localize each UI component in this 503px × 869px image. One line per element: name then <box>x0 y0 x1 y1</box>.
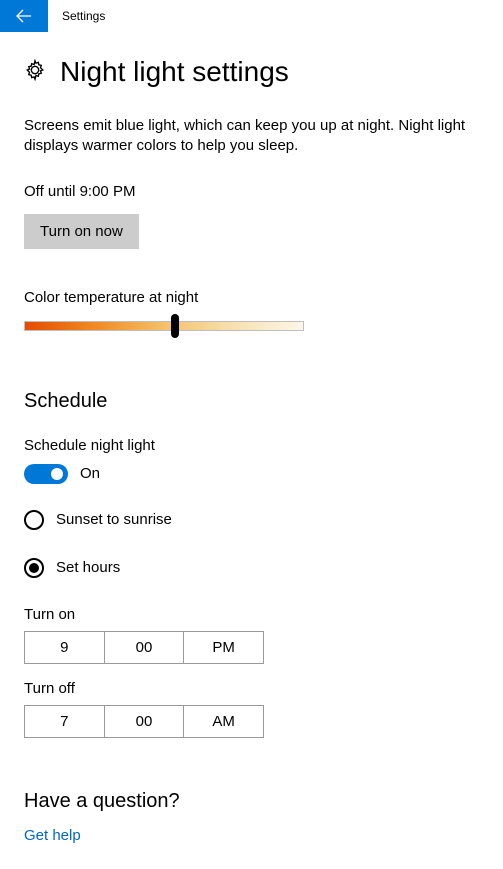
turn-off-minute[interactable]: 00 <box>105 706 185 737</box>
slider-gradient <box>24 321 304 331</box>
turn-on-ampm[interactable]: PM <box>184 632 263 663</box>
night-light-status: Off until 9:00 PM <box>24 183 479 200</box>
window-header: Settings <box>0 0 503 32</box>
radio-set-hours-label: Set hours <box>56 559 120 576</box>
page-title-row: Night light settings <box>24 56 479 88</box>
turn-on-label: Turn on <box>24 606 479 623</box>
turn-off-ampm[interactable]: AM <box>184 706 263 737</box>
get-help-link[interactable]: Get help <box>24 827 81 844</box>
radio-circle-selected-icon <box>24 558 44 578</box>
radio-sunset-to-sunrise[interactable]: Sunset to sunrise <box>24 510 479 530</box>
slider-thumb[interactable] <box>171 314 179 338</box>
back-arrow-icon <box>16 8 32 24</box>
page-description: Screens emit blue light, which can keep … <box>24 116 479 157</box>
color-temperature-label: Color temperature at night <box>24 289 479 306</box>
back-button[interactable] <box>0 0 48 32</box>
toggle-knob <box>51 468 63 480</box>
turn-on-now-button[interactable]: Turn on now <box>24 214 139 249</box>
schedule-toggle-label: Schedule night light <box>24 437 479 454</box>
page-title: Night light settings <box>60 56 289 88</box>
schedule-toggle-state: On <box>80 465 100 482</box>
radio-set-hours[interactable]: Set hours <box>24 558 479 578</box>
help-heading: Have a question? <box>24 790 479 813</box>
turn-off-time-picker: 7 00 AM <box>24 705 264 738</box>
schedule-heading: Schedule <box>24 390 479 413</box>
turn-on-minute[interactable]: 00 <box>105 632 185 663</box>
radio-circle-icon <box>24 510 44 530</box>
schedule-toggle-row: On <box>24 464 479 484</box>
turn-on-time-picker: 9 00 PM <box>24 631 264 664</box>
turn-off-label: Turn off <box>24 680 479 697</box>
color-temperature-slider[interactable] <box>24 316 304 336</box>
schedule-toggle[interactable] <box>24 464 68 484</box>
turn-on-hour[interactable]: 9 <box>25 632 105 663</box>
content-area: Night light settings Screens emit blue l… <box>0 32 503 869</box>
gear-icon <box>24 59 46 86</box>
radio-sunset-label: Sunset to sunrise <box>56 511 172 528</box>
turn-off-hour[interactable]: 7 <box>25 706 105 737</box>
app-title: Settings <box>62 9 105 23</box>
